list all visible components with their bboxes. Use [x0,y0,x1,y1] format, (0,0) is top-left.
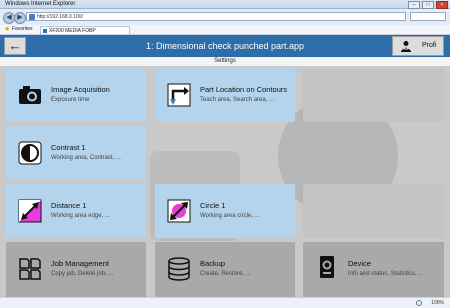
tab-page-icon [43,29,47,33]
tile-contrast[interactable]: Contrast 1 Working area, Contrast, ... [6,126,146,180]
tile-title: Circle 1 [200,201,226,210]
part-location-icon [167,83,191,107]
contrast-icon [18,141,42,165]
browser-tab[interactable]: XF200 MEDIA FOBP [40,26,130,34]
maximize-icon[interactable]: □ [422,1,434,9]
tile-subtitle: Working area, Contrast, ... [51,155,121,161]
forward-arrow-icon[interactable]: ▶ [14,12,26,24]
page-title: 1: Dimensional check punched part.app [145,41,305,51]
close-icon[interactable]: × [436,1,448,9]
zoom-icon[interactable] [416,300,422,306]
user-profile-icon [401,41,411,52]
window-controls: – □ × [408,1,448,9]
minimize-icon[interactable]: – [408,1,420,9]
tile-empty [303,68,444,122]
tile-subtitle: Teach area, Search area, ... [200,97,275,103]
tile-part-location[interactable]: Part Location on Contours Teach area, Se… [155,68,295,122]
tile-title: Device [348,259,371,268]
backup-icon [168,257,190,281]
tile-title: Distance 1 [51,201,87,210]
back-button[interactable]: ← [4,37,26,55]
favorites-label[interactable]: Favorites [12,25,33,34]
tile-job-management[interactable]: Job Management Copy job, Delete job, ... [6,242,146,297]
search-input[interactable] [410,12,446,21]
tile-subtitle: Working area edge, ... [51,213,110,219]
address-input[interactable]: http://192.168.0.100/ [26,12,406,21]
page-icon [29,14,35,20]
tile-title: Backup [200,259,226,268]
address-bar: ◀ ▶ http://192.168.0.100/ [0,9,450,25]
favorites-bar: ★ Favorites XF200 MEDIA FOBP [0,25,450,35]
app-content: 1: Dimensional check punched part.app ← … [0,35,450,297]
profi-label: Profi [422,42,437,49]
circle-icon [167,199,191,223]
settings-grid: Image Acquisition Exposure time Part Loc… [0,66,450,297]
tile-subtitle: Create, Restore, ... [200,271,251,277]
tile-subtitle: Working area circle, ... [200,213,260,219]
tile-device[interactable]: Device Info and status, Statistics, ... [303,242,444,297]
window-title: Windows Internet Explorer [5,1,76,7]
tile-title: Part Location on Contours [200,85,288,94]
tile-empty [155,126,295,180]
browser-tab-label: XF200 MEDIA FOBP [49,28,96,34]
tile-distance[interactable]: Distance 1 Working area edge, ... [6,184,146,238]
tile-title: Contrast 1 [51,143,86,152]
tile-title: Image Acquisition [51,85,110,94]
tile-backup[interactable]: Backup Create, Restore, ... [155,242,295,297]
tile-image-acquisition[interactable]: Image Acquisition Exposure time [6,68,146,122]
tile-subtitle: Exposure time [51,97,90,103]
profi-button[interactable]: Profi [392,36,444,56]
status-bar: 100% [0,297,450,308]
tile-subtitle: Info and status, Statistics, ... [348,271,424,277]
browser-title-bar: Windows Internet Explorer – □ × [0,0,450,9]
app-header: 1: Dimensional check punched part.app ← … [0,35,450,57]
tile-empty [303,184,444,238]
tile-empty [303,126,444,180]
device-icon [320,256,334,278]
job-management-icon [19,258,41,280]
tile-subtitle: Copy job, Delete job, ... [51,271,114,277]
camera-icon [19,86,41,104]
tile-title: Job Management [51,259,109,268]
distance-icon [18,199,42,223]
tile-circle[interactable]: Circle 1 Working area circle, ... [155,184,295,238]
favorites-star-icon[interactable]: ★ [4,26,10,33]
address-text: http://192.168.0.100/ [37,14,83,20]
